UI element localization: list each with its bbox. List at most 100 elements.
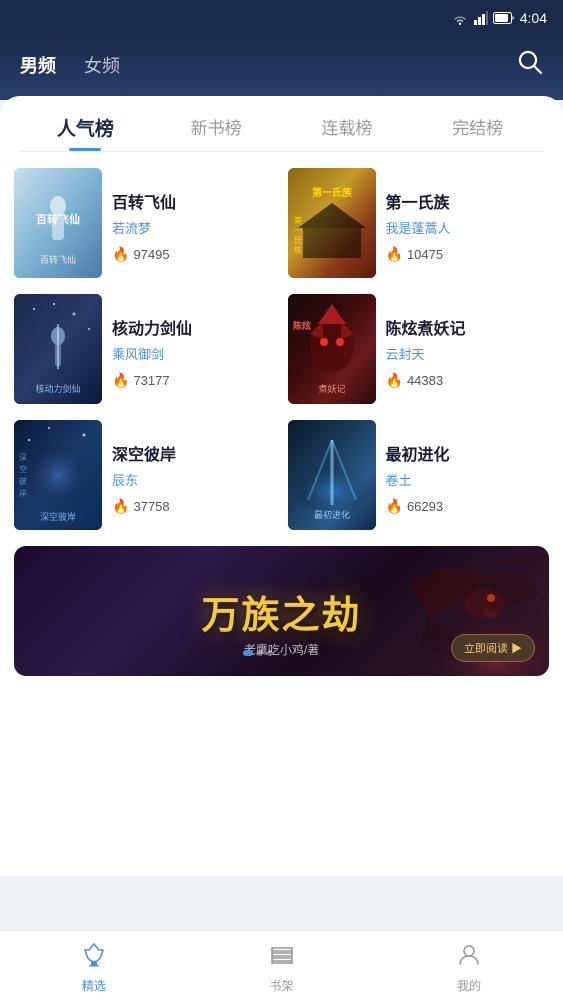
book-heat-value-2: 10475 [407,247,443,262]
bottom-nav: 精选 书架 我的 [0,930,563,1000]
fire-icon-2: 🔥 [386,246,403,263]
status-bar: 4:04 [0,0,563,36]
svg-text:第一氏族: 第一氏族 [312,186,353,199]
nav-item-bookshelf[interactable]: 书架 [188,938,376,994]
banner-content: 万族之劫 [201,584,361,639]
book-author-1: 若流梦 [112,218,276,237]
svg-text:氏: 氏 [294,236,302,245]
svg-text:最初进化: 最初进化 [313,509,349,520]
book-title-5: 深空彼岸 [112,441,276,465]
book-cover-image-2: 第一氏族 第 一 氏 族 [288,168,376,278]
book-title-1: 百转飞仙 [112,189,276,213]
book-heat-1: 🔥 97495 [112,246,276,263]
book-heat-5: 🔥 37758 [112,498,276,515]
book-heat-value-5: 37758 [133,499,169,514]
book-info-3: 核动力剑仙 乘风御剑 🔥 73177 [112,294,276,404]
bookshelf-icon [269,942,295,974]
fire-icon-6: 🔥 [386,498,403,515]
book-title-2: 第一氏族 [386,189,550,213]
nav-item-profile[interactable]: 我的 [375,938,563,994]
book-author-5: 辰东 [112,470,276,489]
dot-1 [243,650,253,656]
fire-icon-3: 🔥 [112,372,129,389]
header: 男频 女频 [0,36,563,100]
svg-text:煮妖记: 煮妖记 [318,383,345,394]
book-cover-image-4: 陈炫 煮妖记 [288,294,376,404]
book-row-1: 百转飞仙 百转飞仙 百转飞仙 若流梦 🔥 97495 [14,168,549,278]
banner-read-button[interactable]: 立即阅读 ▶ [451,634,535,662]
book-heat-value-3: 73177 [133,373,169,388]
tab-ongoing[interactable]: 连载榜 [282,114,413,151]
banner[interactable]: 万族之劫 老鹰吃小鸡/著 立即阅读 ▶ [14,546,549,676]
book-list: 百转飞仙 百转飞仙 百转飞仙 若流梦 🔥 97495 [0,152,563,530]
book-author-6: 卷土 [386,470,550,489]
book-info-5: 深空彼岸 辰东 🔥 37758 [112,420,276,530]
book-cover-6: 最初进化 [288,420,376,530]
book-item-3[interactable]: 核动力剑仙 核动力剑仙 乘风御剑 🔥 73177 [14,294,276,404]
book-item-2[interactable]: 第一氏族 第 一 氏 族 第一氏族 我是蓬蒿人 🔥 10475 [288,168,550,278]
svg-text:百转飞仙: 百转飞仙 [40,254,76,265]
fire-icon-5: 🔥 [112,498,129,515]
dot-3 [267,650,273,656]
svg-text:空: 空 [19,464,27,474]
banner-main-title: 万族之劫 [201,584,361,639]
book-heat-value-1: 97495 [133,247,169,262]
nav-label-profile: 我的 [457,977,481,994]
svg-text:陈炫: 陈炫 [293,320,311,331]
nav-label-featured: 精选 [82,977,106,994]
main-content: 人气榜 新书榜 连载榜 完结榜 [0,96,563,876]
battery-icon [493,12,515,24]
signal-icon [474,11,488,25]
book-heat-value-6: 66293 [407,499,443,514]
book-cover-image-3: 核动力剑仙 [14,294,102,404]
book-item-1[interactable]: 百转飞仙 百转飞仙 百转飞仙 若流梦 🔥 97495 [14,168,276,278]
svg-text:一: 一 [294,226,302,235]
book-row-3: 深 空 彼 岸 深空彼岸 深空彼岸 辰东 🔥 37758 [14,420,549,530]
book-cover-2: 第一氏族 第 一 氏 族 [288,168,376,278]
book-cover-3: 核动力剑仙 [14,294,102,404]
svg-text:第: 第 [294,215,302,225]
book-heat-6: 🔥 66293 [386,498,550,515]
svg-text:彼: 彼 [19,476,27,486]
book-heat-4: 🔥 44383 [386,372,550,389]
book-item-5[interactable]: 深 空 彼 岸 深空彼岸 深空彼岸 辰东 🔥 37758 [14,420,276,530]
wifi-icon [451,11,469,25]
book-info-1: 百转飞仙 若流梦 🔥 97495 [112,168,276,278]
book-heat-value-4: 44383 [407,373,443,388]
fire-icon-4: 🔥 [386,372,403,389]
book-cover-image-5: 深 空 彼 岸 深空彼岸 [14,420,102,530]
svg-text:族: 族 [294,245,302,255]
book-cover-image-1: 百转飞仙 百转飞仙 [14,168,102,278]
tab-new[interactable]: 新书榜 [151,114,282,151]
fire-icon-1: 🔥 [112,246,129,263]
book-cover-5: 深 空 彼 岸 深空彼岸 [14,420,102,530]
book-item-6[interactable]: 最初进化 最初进化 卷土 🔥 66293 [288,420,550,530]
nav-female[interactable]: 女频 [84,48,120,82]
book-heat-3: 🔥 73177 [112,372,276,389]
svg-text:深: 深 [19,453,27,462]
book-info-2: 第一氏族 我是蓬蒿人 🔥 10475 [386,168,550,278]
book-cover-4: 陈炫 煮妖记 [288,294,376,404]
book-info-6: 最初进化 卷土 🔥 66293 [386,420,550,530]
header-nav: 男频 女频 [20,48,517,82]
book-row-2: 核动力剑仙 核动力剑仙 乘风御剑 🔥 73177 [14,294,549,404]
tab-completed[interactable]: 完结榜 [412,114,543,151]
book-info-4: 陈炫煮妖记 云封天 🔥 44383 [386,294,550,404]
nav-male[interactable]: 男频 [20,48,56,82]
search-icon[interactable] [517,49,543,82]
person-icon [456,942,482,974]
banner-dots [243,650,273,656]
book-title-3: 核动力剑仙 [112,315,276,339]
book-author-3: 乘风御剑 [112,344,276,363]
trophy-icon [81,942,107,974]
nav-item-featured[interactable]: 精选 [0,938,188,994]
book-heat-2: 🔥 10475 [386,246,550,263]
nav-label-bookshelf: 书架 [270,977,294,994]
book-title-4: 陈炫煮妖记 [386,315,550,339]
book-title-6: 最初进化 [386,441,550,465]
dot-2 [257,650,263,656]
tabs: 人气榜 新书榜 连载榜 完结榜 [0,96,563,151]
book-item-4[interactable]: 陈炫 煮妖记 陈炫煮妖记 云封天 🔥 44383 [288,294,550,404]
svg-text:岸: 岸 [19,489,27,498]
tab-popular[interactable]: 人气榜 [20,114,151,151]
